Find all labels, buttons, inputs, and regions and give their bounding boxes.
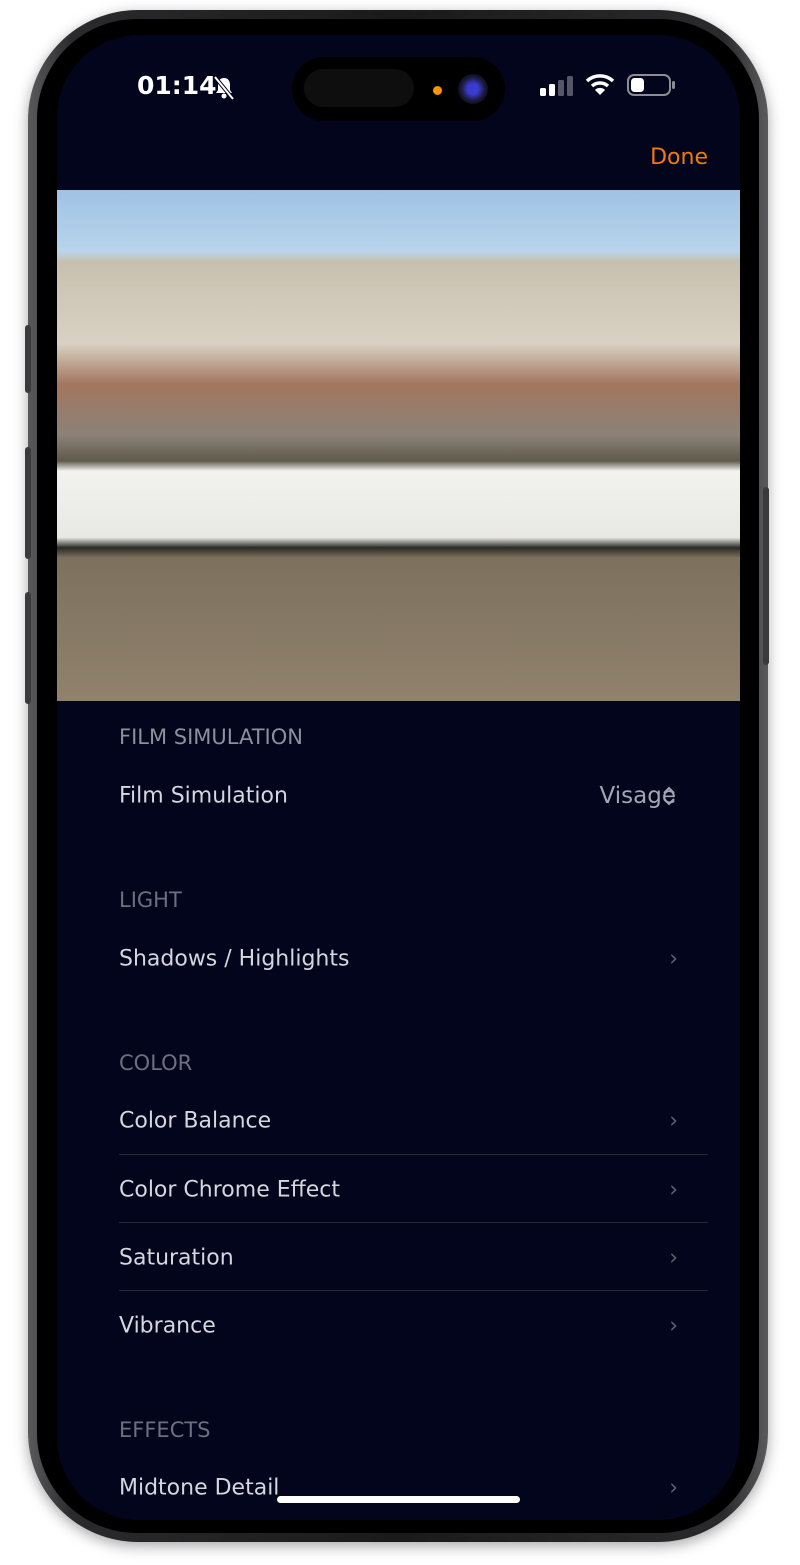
screen: 01:14 Done FILM SIMULATION Film Simulati… — [57, 35, 740, 1520]
volume-down-button — [25, 592, 31, 704]
film-simulation-picker[interactable]: Film Simulation Visage — [119, 762, 708, 830]
battery-icon — [627, 74, 675, 96]
done-button[interactable]: Done — [650, 145, 708, 170]
row-label: Color Chrome Effect — [119, 1177, 341, 1203]
row-label: Midtone Detail — [119, 1475, 280, 1501]
cellular-signal-icon — [540, 76, 573, 96]
row-color-chrome-effect[interactable]: Color Chrome Effect › — [119, 1156, 708, 1224]
dynamic-island — [292, 57, 505, 121]
row-saturation[interactable]: Saturation › — [119, 1224, 708, 1292]
volume-up-button — [25, 447, 31, 559]
camera-icon — [458, 74, 488, 104]
chevron-up-down-icon — [663, 786, 675, 806]
divider — [119, 1222, 708, 1223]
divider — [119, 1154, 708, 1155]
row-label: Film Simulation — [119, 783, 288, 809]
privacy-indicator-dot — [433, 86, 442, 95]
bell-slash-icon — [213, 75, 235, 101]
chevron-right-icon: › — [669, 1475, 678, 1501]
photo-preview — [57, 190, 740, 701]
section-header-film-simulation: FILM SIMULATION — [119, 725, 303, 749]
status-time: 01:14 — [137, 71, 217, 100]
chevron-right-icon: › — [669, 946, 678, 972]
section-header-light: LIGHT — [119, 888, 182, 912]
divider — [119, 1290, 708, 1291]
row-shadows-highlights[interactable]: Shadows / Highlights › — [119, 925, 708, 993]
chevron-right-icon: › — [669, 1313, 678, 1339]
row-label: Vibrance — [119, 1313, 216, 1339]
chevron-right-icon: › — [669, 1177, 678, 1203]
home-indicator[interactable] — [277, 1496, 520, 1503]
section-header-effects: EFFECTS — [119, 1418, 211, 1442]
chevron-right-icon: › — [669, 1245, 678, 1271]
row-color-balance[interactable]: Color Balance › — [119, 1087, 708, 1155]
row-vibrance[interactable]: Vibrance › — [119, 1292, 708, 1360]
chevron-right-icon: › — [669, 1108, 678, 1134]
section-header-color: COLOR — [119, 1051, 193, 1075]
row-label: Saturation — [119, 1245, 234, 1271]
wifi-icon — [585, 74, 615, 95]
side-button — [763, 487, 769, 665]
action-button — [25, 325, 31, 393]
row-label: Shadows / Highlights — [119, 946, 350, 972]
row-midtone-detail[interactable]: Midtone Detail › — [119, 1454, 708, 1520]
row-label: Color Balance — [119, 1108, 272, 1134]
